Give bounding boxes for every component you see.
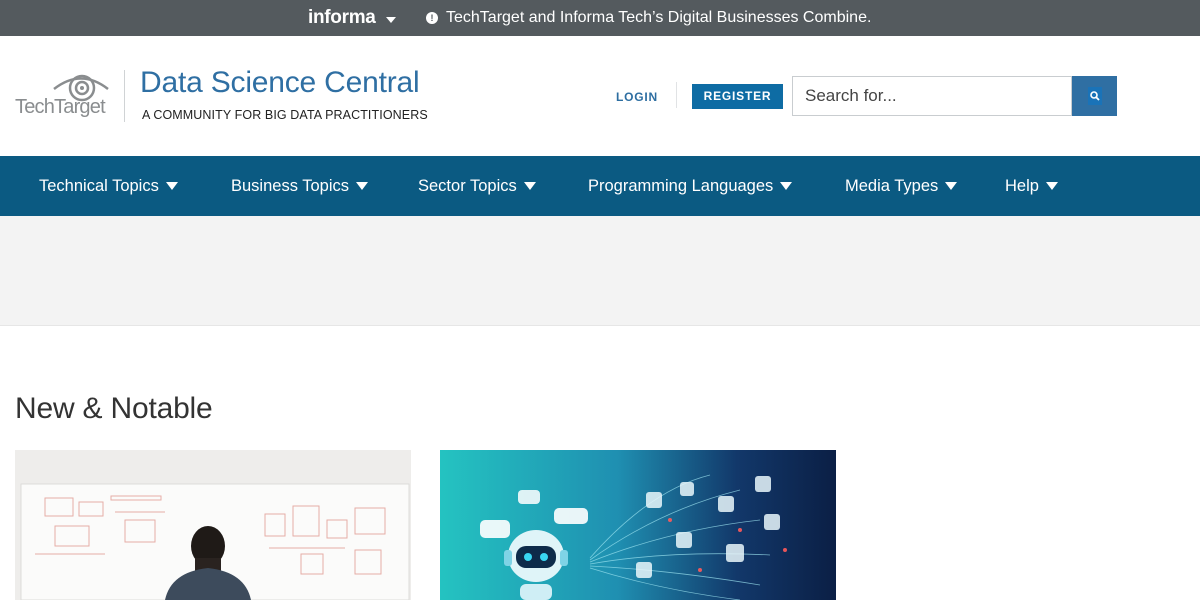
info-icon: ! [426, 12, 438, 24]
site-header: TechTarget Data Science Central A COMMUN… [0, 36, 1200, 156]
whiteboard-photo [15, 450, 411, 600]
announcement-link[interactable]: ! TechTarget and Informa Tech’s Digital … [426, 9, 871, 27]
nav-item-label: Technical Topics [39, 177, 159, 195]
article-card-image[interactable] [15, 450, 411, 600]
article-card-image[interactable] [440, 450, 836, 600]
informa-bar: informa ! TechTarget and Informa Tech’s … [0, 0, 1200, 36]
nav-item-programming-languages[interactable]: Programming Languages [588, 156, 793, 216]
nav-item-label: Business Topics [231, 177, 350, 195]
search-input[interactable] [792, 76, 1072, 116]
login-link[interactable]: LOGIN [616, 90, 658, 104]
main-nav: Technical Topics Business Topics Sector … [0, 156, 1200, 216]
logo-divider [124, 70, 125, 122]
announcement-text: TechTarget and Informa Tech’s Digital Bu… [446, 9, 872, 26]
nav-item-label: Help [1005, 177, 1039, 195]
caret-down-icon [780, 182, 793, 190]
register-button[interactable]: REGISTER [692, 84, 783, 109]
caret-down-icon [523, 182, 536, 190]
nav-item-label: Media Types [845, 177, 939, 195]
techtarget-logo-text: TechTarget [15, 96, 106, 118]
ai-robot-illustration [480, 474, 787, 600]
nav-item-help[interactable]: Help [1005, 156, 1058, 216]
nav-item-business-topics[interactable]: Business Topics [231, 156, 369, 216]
header-divider [676, 82, 677, 108]
section-title: New & Notable [15, 392, 213, 425]
nav-item-label: Programming Languages [588, 177, 774, 195]
search-button[interactable] [1072, 76, 1117, 116]
caret-down-icon [385, 16, 396, 23]
nav-item-label: Sector Topics [418, 177, 517, 195]
site-title[interactable]: Data Science Central [140, 66, 420, 100]
site-tagline: A COMMUNITY FOR BIG DATA PRACTITIONERS [142, 108, 428, 122]
search-icon [1087, 87, 1102, 105]
caret-down-icon [356, 182, 369, 190]
nav-item-technical-topics[interactable]: Technical Topics [39, 156, 178, 216]
techtarget-logo[interactable]: TechTarget [15, 72, 111, 122]
informa-brand-menu[interactable]: informa [308, 7, 396, 29]
ad-banner-area [0, 216, 1200, 326]
caret-down-icon [945, 182, 958, 190]
caret-down-icon [1045, 182, 1058, 190]
informa-brand-label: informa [308, 7, 376, 28]
caret-down-icon [165, 182, 178, 190]
nav-item-media-types[interactable]: Media Types [845, 156, 958, 216]
nav-item-sector-topics[interactable]: Sector Topics [418, 156, 536, 216]
